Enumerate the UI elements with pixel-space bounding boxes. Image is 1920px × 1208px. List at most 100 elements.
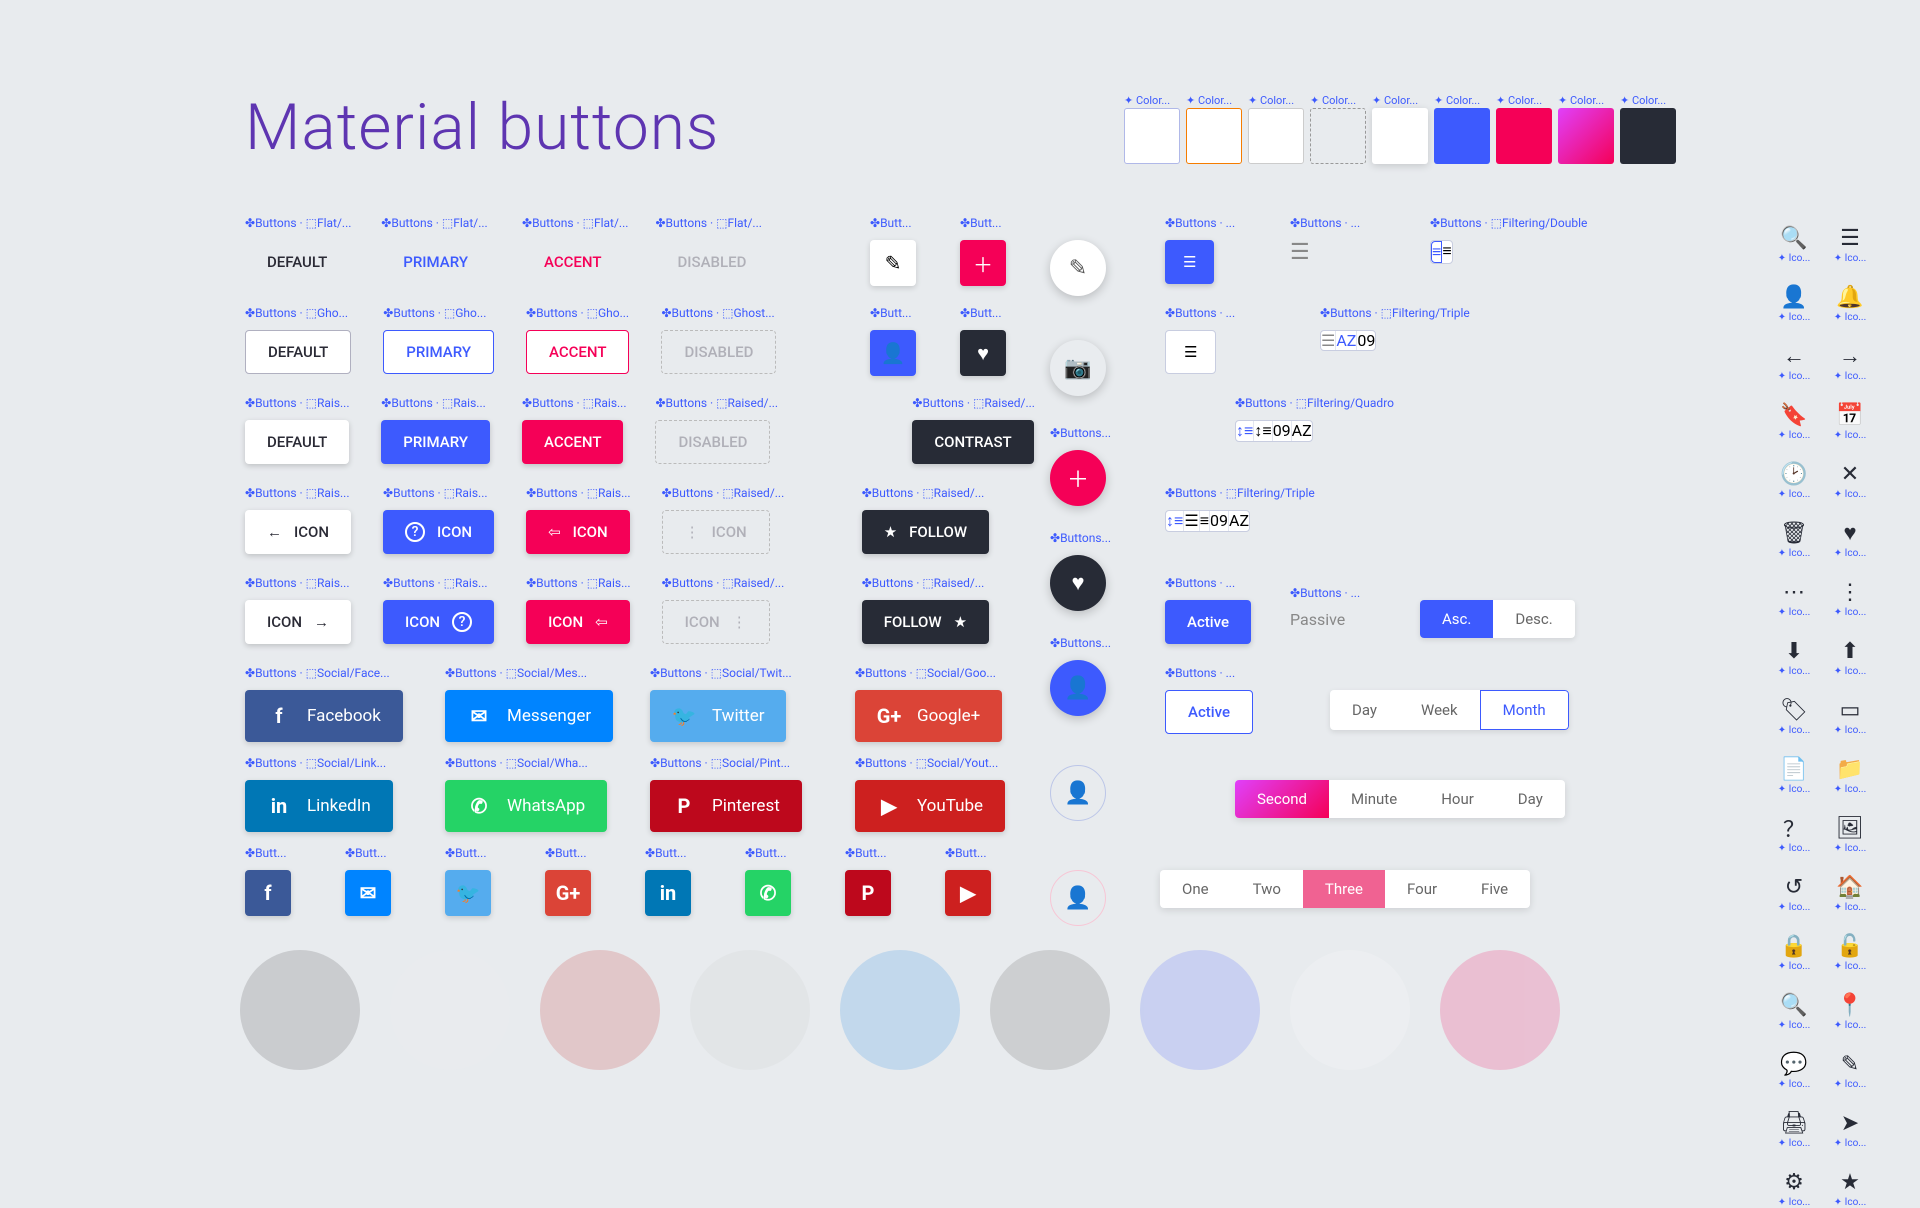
fab-outline-person[interactable]: 👤 xyxy=(1050,765,1106,821)
num5-one[interactable]: One xyxy=(1160,870,1231,908)
history-icon[interactable]: ↺ xyxy=(1781,874,1807,900)
fab-person[interactable]: 👤 xyxy=(1050,660,1106,716)
ghost-default-button[interactable]: DEFAULT xyxy=(245,330,351,374)
pinterest-square-button[interactable]: P xyxy=(845,870,891,916)
image-icon[interactable]: 🖼 xyxy=(1837,815,1863,841)
ghost-primary-button[interactable]: PRIMARY xyxy=(383,330,494,374)
filter-triple-1[interactable]: ☰ AZ 09 xyxy=(1320,330,1376,351)
clock-icon[interactable]: 🕑 xyxy=(1781,461,1807,487)
ghost-accent-button[interactable]: ACCENT xyxy=(526,330,629,374)
asc-button[interactable]: Asc. xyxy=(1420,600,1493,638)
download-icon[interactable]: ⬇ xyxy=(1781,638,1807,664)
color-swatch[interactable] xyxy=(1558,108,1614,164)
tag-icon[interactable]: 🏷 xyxy=(1781,697,1807,723)
num5-three[interactable]: Three xyxy=(1303,870,1385,908)
follow-star-right-button[interactable]: FOLLOW★ xyxy=(862,600,989,644)
sort-09-icon[interactable]: 09 xyxy=(1273,421,1292,441)
edit-icon-button[interactable]: ✎ xyxy=(870,240,916,286)
tablet-icon[interactable]: ▭ xyxy=(1837,697,1863,723)
color-swatch[interactable] xyxy=(1186,108,1242,164)
pinterest-button[interactable]: PPinterest xyxy=(650,780,802,832)
time4-day[interactable]: Day xyxy=(1496,780,1565,818)
color-swatch[interactable] xyxy=(1372,108,1428,164)
active-button[interactable]: Active xyxy=(1165,600,1251,644)
filter-quadro[interactable]: ↕≡ ↕≡ 09 AZ xyxy=(1235,420,1313,442)
linkedin-square-button[interactable]: in xyxy=(645,870,691,916)
close-icon[interactable]: ✕ xyxy=(1837,461,1863,487)
linkedin-button[interactable]: inLinkedIn xyxy=(245,780,393,832)
asc-desc-seg[interactable]: Asc. Desc. xyxy=(1420,600,1575,638)
filter-double[interactable]: ≡ ≡ xyxy=(1430,240,1453,264)
youtube-square-button[interactable]: ▶ xyxy=(945,870,991,916)
fab-camera[interactable]: 📷 xyxy=(1050,340,1106,396)
color-swatch[interactable] xyxy=(1434,108,1490,164)
bookmark-icon[interactable]: 🔖 xyxy=(1781,402,1807,428)
youtube-button[interactable]: ▶YouTube xyxy=(855,780,1005,832)
heart-icon-button[interactable]: ♥ xyxy=(960,330,1006,376)
print-icon[interactable]: 🖨 xyxy=(1781,1110,1807,1136)
person-icon[interactable]: 👤 xyxy=(1781,284,1807,310)
sort-button-primary[interactable]: ☰ xyxy=(1165,240,1214,284)
raised-contrast-button[interactable]: CONTRAST xyxy=(912,420,1033,464)
raised-primary-button[interactable]: PRIMARY xyxy=(381,420,490,464)
messenger-button[interactable]: ✉Messenger xyxy=(445,690,613,742)
color-swatch[interactable] xyxy=(1310,108,1366,164)
star-icon[interactable]: ★ xyxy=(1837,1169,1863,1195)
google-button[interactable]: G+Google+ xyxy=(855,690,1002,742)
menu-icon[interactable]: ☰ xyxy=(1837,225,1863,251)
time4-second[interactable]: Second xyxy=(1235,780,1329,818)
calendar-icon[interactable]: 📅 xyxy=(1837,402,1863,428)
color-swatch[interactable] xyxy=(1248,108,1304,164)
fab-add[interactable]: ＋ xyxy=(1050,450,1106,506)
messenger-square-button[interactable]: ✉ xyxy=(345,870,391,916)
num5-two[interactable]: Two xyxy=(1231,870,1303,908)
person-icon-button[interactable]: 👤 xyxy=(870,330,916,376)
sort-lines-icon[interactable]: ☰ xyxy=(1321,331,1336,350)
heart-icon[interactable]: ♥ xyxy=(1837,520,1863,546)
fab-heart[interactable]: ♥ xyxy=(1050,555,1106,611)
filter-triple-2[interactable]: ↕≡ ☰ ≡ 09 AZ xyxy=(1165,510,1250,532)
num5-five[interactable]: Five xyxy=(1459,870,1530,908)
active-outline-button[interactable]: Active xyxy=(1165,690,1253,734)
upload-icon[interactable]: ⬆ xyxy=(1837,638,1863,664)
passive-label[interactable]: Passive xyxy=(1290,610,1345,629)
whatsapp-button[interactable]: ✆WhatsApp xyxy=(445,780,607,832)
color-swatch[interactable] xyxy=(1124,108,1180,164)
sort-asc-icon[interactable]: ↕≡ xyxy=(1236,421,1254,441)
fab-edit[interactable]: ✎ xyxy=(1050,240,1106,296)
align-center-icon[interactable]: ≡ xyxy=(1200,511,1210,531)
facebook-button[interactable]: fFacebook xyxy=(245,690,403,742)
desc-button[interactable]: Desc. xyxy=(1493,600,1574,638)
sort-asc-icon[interactable]: ↕≡ xyxy=(1166,511,1184,531)
home-icon[interactable]: 🏠 xyxy=(1837,874,1863,900)
raised-icon-forward-button[interactable]: ICON→ xyxy=(245,600,351,644)
help-icon[interactable]: ？ xyxy=(1781,815,1807,841)
time3-day[interactable]: Day xyxy=(1330,690,1399,730)
send-icon[interactable]: ➤ xyxy=(1837,1110,1863,1136)
time4-hour[interactable]: Hour xyxy=(1419,780,1496,818)
time3-week[interactable]: Week xyxy=(1399,690,1480,730)
raised-icon-share-right-button[interactable]: ICON⇦ xyxy=(526,600,630,644)
sort-az-icon[interactable]: AZ xyxy=(1292,421,1312,441)
arrow-left-icon[interactable]: ← xyxy=(1781,343,1807,369)
align-left-icon[interactable]: ≡ xyxy=(1431,241,1442,263)
raised-accent-button[interactable]: ACCENT xyxy=(522,420,623,464)
more-vert-icon[interactable]: ⋮ xyxy=(1837,579,1863,605)
sort-az-icon[interactable]: AZ xyxy=(1229,511,1249,531)
num5-seg[interactable]: OneTwoThreeFourFive xyxy=(1160,870,1530,908)
file-icon[interactable]: 📄 xyxy=(1781,756,1807,782)
sort-09-icon[interactable]: 09 xyxy=(1210,511,1229,531)
color-swatch[interactable] xyxy=(1496,108,1552,164)
whatsapp-square-button[interactable]: ✆ xyxy=(745,870,791,916)
bell-icon[interactable]: 🔔 xyxy=(1837,284,1863,310)
twitter-square-button[interactable]: 🐦 xyxy=(445,870,491,916)
sort-lines-icon[interactable]: ☰ xyxy=(1290,240,1310,265)
arrow-right-icon[interactable]: → xyxy=(1837,343,1863,369)
time3-seg[interactable]: DayWeekMonth xyxy=(1330,690,1569,730)
sort-outline-button[interactable]: ☰ xyxy=(1165,330,1216,374)
sort-az-icon[interactable]: AZ xyxy=(1336,331,1357,350)
twitter-button[interactable]: 🐦Twitter xyxy=(650,690,786,742)
facebook-square-button[interactable]: f xyxy=(245,870,291,916)
time4-seg[interactable]: SecondMinuteHourDay xyxy=(1235,780,1565,818)
trash-icon[interactable]: 🗑 xyxy=(1781,520,1807,546)
